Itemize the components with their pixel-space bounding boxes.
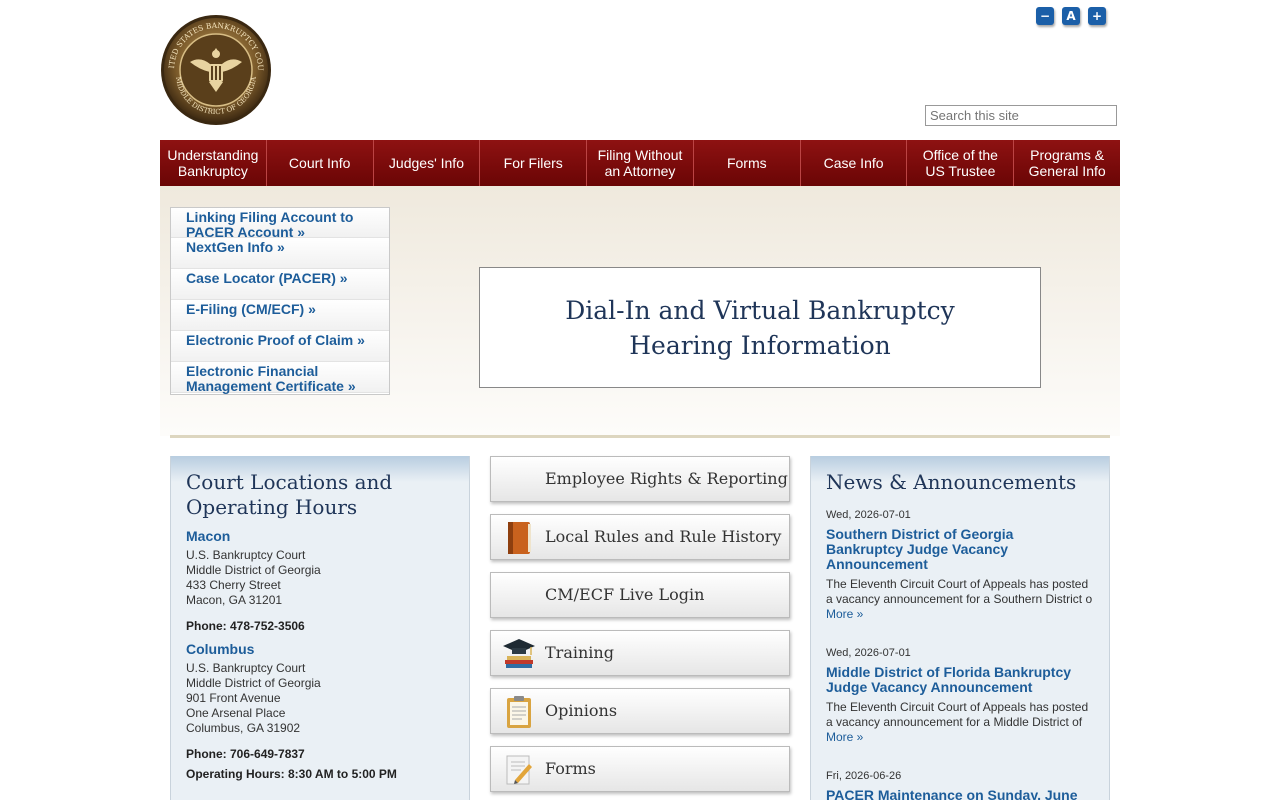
resource-tiles: Employee Rights & Reporting Local Rules … bbox=[490, 456, 790, 800]
book-icon bbox=[508, 522, 531, 554]
tile-label: CM/ECF Live Login bbox=[545, 585, 705, 604]
reset-font-button[interactable]: A bbox=[1062, 7, 1080, 25]
tile-cmecf-login[interactable]: CM/ECF Live Login bbox=[490, 572, 790, 618]
decrease-font-button[interactable]: − bbox=[1036, 7, 1054, 25]
news-summary: The Eleventh Circuit Court of Appeals ha… bbox=[826, 700, 1089, 714]
nav-understanding-bankruptcy[interactable]: Understanding Bankruptcy bbox=[160, 140, 267, 186]
news-more-link[interactable]: More » bbox=[826, 730, 1094, 744]
nav-case-info[interactable]: Case Info bbox=[801, 140, 908, 186]
address-line: Columbus, GA 31902 bbox=[186, 721, 301, 735]
tile-employee-rights[interactable]: Employee Rights & Reporting bbox=[490, 456, 790, 502]
nav-forms[interactable]: Forms bbox=[694, 140, 801, 186]
nav-for-filers[interactable]: For Filers bbox=[480, 140, 588, 186]
news-date: Wed, 2026-07-01 bbox=[826, 647, 911, 659]
location-columbus-link[interactable]: Columbus bbox=[186, 641, 454, 657]
news-summary: a vacancy announcement for a Southern Di… bbox=[826, 592, 1093, 606]
court-locations-title: Court Locations and Operating Hours bbox=[186, 470, 393, 519]
news-item: Fri, 2026-06-26 PACER Maintenance on Sun… bbox=[826, 770, 1094, 800]
news-title-link[interactable]: Southern District of Georgia Bankruptcy … bbox=[826, 527, 1094, 572]
operating-hours: Operating Hours: 8:30 AM to 5:00 PM bbox=[186, 767, 397, 781]
macon-address: U.S. Bankruptcy Court Middle District of… bbox=[186, 548, 454, 608]
address-line: 433 Cherry Street bbox=[186, 578, 281, 592]
tile-label: Training bbox=[545, 643, 614, 662]
quick-link-efm-certificate[interactable]: Electronic Financial Management Certific… bbox=[171, 362, 389, 394]
main-nav: Understanding Bankruptcy Court Info Judg… bbox=[160, 140, 1120, 186]
tile-opinions[interactable]: Opinions bbox=[490, 688, 790, 734]
nav-court-info[interactable]: Court Info bbox=[267, 140, 374, 186]
news-summary: a vacancy announcement for a Middle Dist… bbox=[826, 715, 1083, 729]
news-more-link[interactable]: More » bbox=[826, 607, 1094, 621]
quick-link-case-locator[interactable]: Case Locator (PACER) » bbox=[171, 269, 389, 300]
pencil-form-icon bbox=[506, 755, 532, 785]
news-date: Fri, 2026-06-26 bbox=[826, 770, 902, 782]
address-line: Middle District of Georgia bbox=[186, 563, 321, 577]
news-item: Wed, 2026-07-01 Southern District of Geo… bbox=[826, 509, 1094, 621]
news-item: Wed, 2026-07-01 Middle District of Flori… bbox=[826, 647, 1094, 744]
news-panel: News & Announcements Wed, 2026-07-01 Sou… bbox=[810, 456, 1110, 800]
quick-link-efiling[interactable]: E-Filing (CM/ECF) » bbox=[171, 300, 389, 331]
address-line: Middle District of Georgia bbox=[186, 676, 321, 690]
clipboard-icon bbox=[507, 696, 531, 728]
page: UNITED STATES BANKRUPTCY COURT MIDDLE DI… bbox=[160, 0, 1120, 800]
tile-training[interactable]: Training bbox=[490, 630, 790, 676]
hero-band: Linking Filing Account to PACER Account … bbox=[160, 186, 1120, 436]
address-line: 901 Front Avenue bbox=[186, 691, 281, 705]
news-summary: The Eleventh Circuit Court of Appeals ha… bbox=[826, 577, 1089, 591]
search-input[interactable] bbox=[925, 105, 1117, 126]
divider bbox=[170, 435, 1110, 438]
quick-links: Linking Filing Account to PACER Account … bbox=[170, 207, 390, 395]
location-macon-link[interactable]: Macon bbox=[186, 528, 454, 544]
tile-label: Opinions bbox=[545, 701, 618, 720]
tile-label: Local Rules and Rule History bbox=[545, 527, 782, 546]
nav-filing-without-attorney[interactable]: Filing Without an Attorney bbox=[587, 140, 694, 186]
nav-programs-general-info[interactable]: Programs & General Info bbox=[1014, 140, 1120, 186]
tile-forms[interactable]: Forms bbox=[490, 746, 790, 792]
news-title: News & Announcements bbox=[826, 470, 1077, 494]
font-size-controls: − A + bbox=[1036, 7, 1106, 25]
macon-phone: Phone: 478-752-3506 bbox=[186, 619, 305, 633]
address-line: Macon, GA 31201 bbox=[186, 593, 283, 607]
court-locations-panel: Court Locations and Operating Hours Maco… bbox=[170, 456, 470, 800]
tile-local-rules[interactable]: Local Rules and Rule History bbox=[490, 514, 790, 560]
news-title-link[interactable]: PACER Maintenance on Sunday, June bbox=[826, 788, 1094, 800]
quick-link-proof-of-claim[interactable]: Electronic Proof of Claim » bbox=[171, 331, 389, 362]
quick-link-nextgen[interactable]: NextGen Info » bbox=[171, 238, 389, 269]
hearing-info-banner[interactable]: Dial-In and Virtual Bankruptcy Hearing I… bbox=[479, 267, 1041, 388]
quick-link-linking-pacer[interactable]: Linking Filing Account to PACER Account … bbox=[171, 208, 389, 240]
nav-us-trustee[interactable]: Office of the US Trustee bbox=[907, 140, 1015, 186]
tile-label: Employee Rights & Reporting bbox=[545, 469, 788, 488]
nav-judges-info[interactable]: Judges' Info bbox=[374, 140, 481, 186]
columbus-address: U.S. Bankruptcy Court Middle District of… bbox=[186, 661, 454, 736]
news-title-link[interactable]: Middle District of Florida Bankruptcy Ju… bbox=[826, 665, 1094, 695]
columbus-phone: Phone: 706-649-7837 bbox=[186, 747, 305, 761]
address-line: U.S. Bankruptcy Court bbox=[186, 661, 306, 675]
court-seal-logo[interactable]: UNITED STATES BANKRUPTCY COURT MIDDLE DI… bbox=[160, 14, 272, 126]
tile-label: Forms bbox=[545, 759, 596, 778]
increase-font-button[interactable]: + bbox=[1088, 7, 1106, 25]
address-line: U.S. Bankruptcy Court bbox=[186, 548, 306, 562]
address-line: One Arsenal Place bbox=[186, 706, 286, 720]
graduation-cap-icon bbox=[503, 639, 535, 668]
hearing-info-banner-text: Dial-In and Virtual Bankruptcy Hearing I… bbox=[565, 295, 955, 360]
news-date: Wed, 2026-07-01 bbox=[826, 509, 911, 521]
